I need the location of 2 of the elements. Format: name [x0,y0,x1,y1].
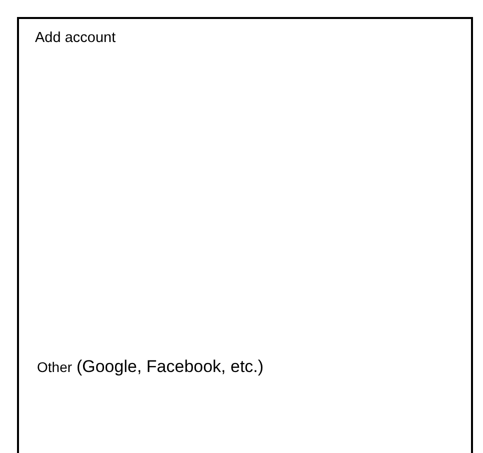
panel-title: Add account [35,30,116,46]
account-option[interactable]: Other (Google, Facebook, etc.) [35,357,264,377]
